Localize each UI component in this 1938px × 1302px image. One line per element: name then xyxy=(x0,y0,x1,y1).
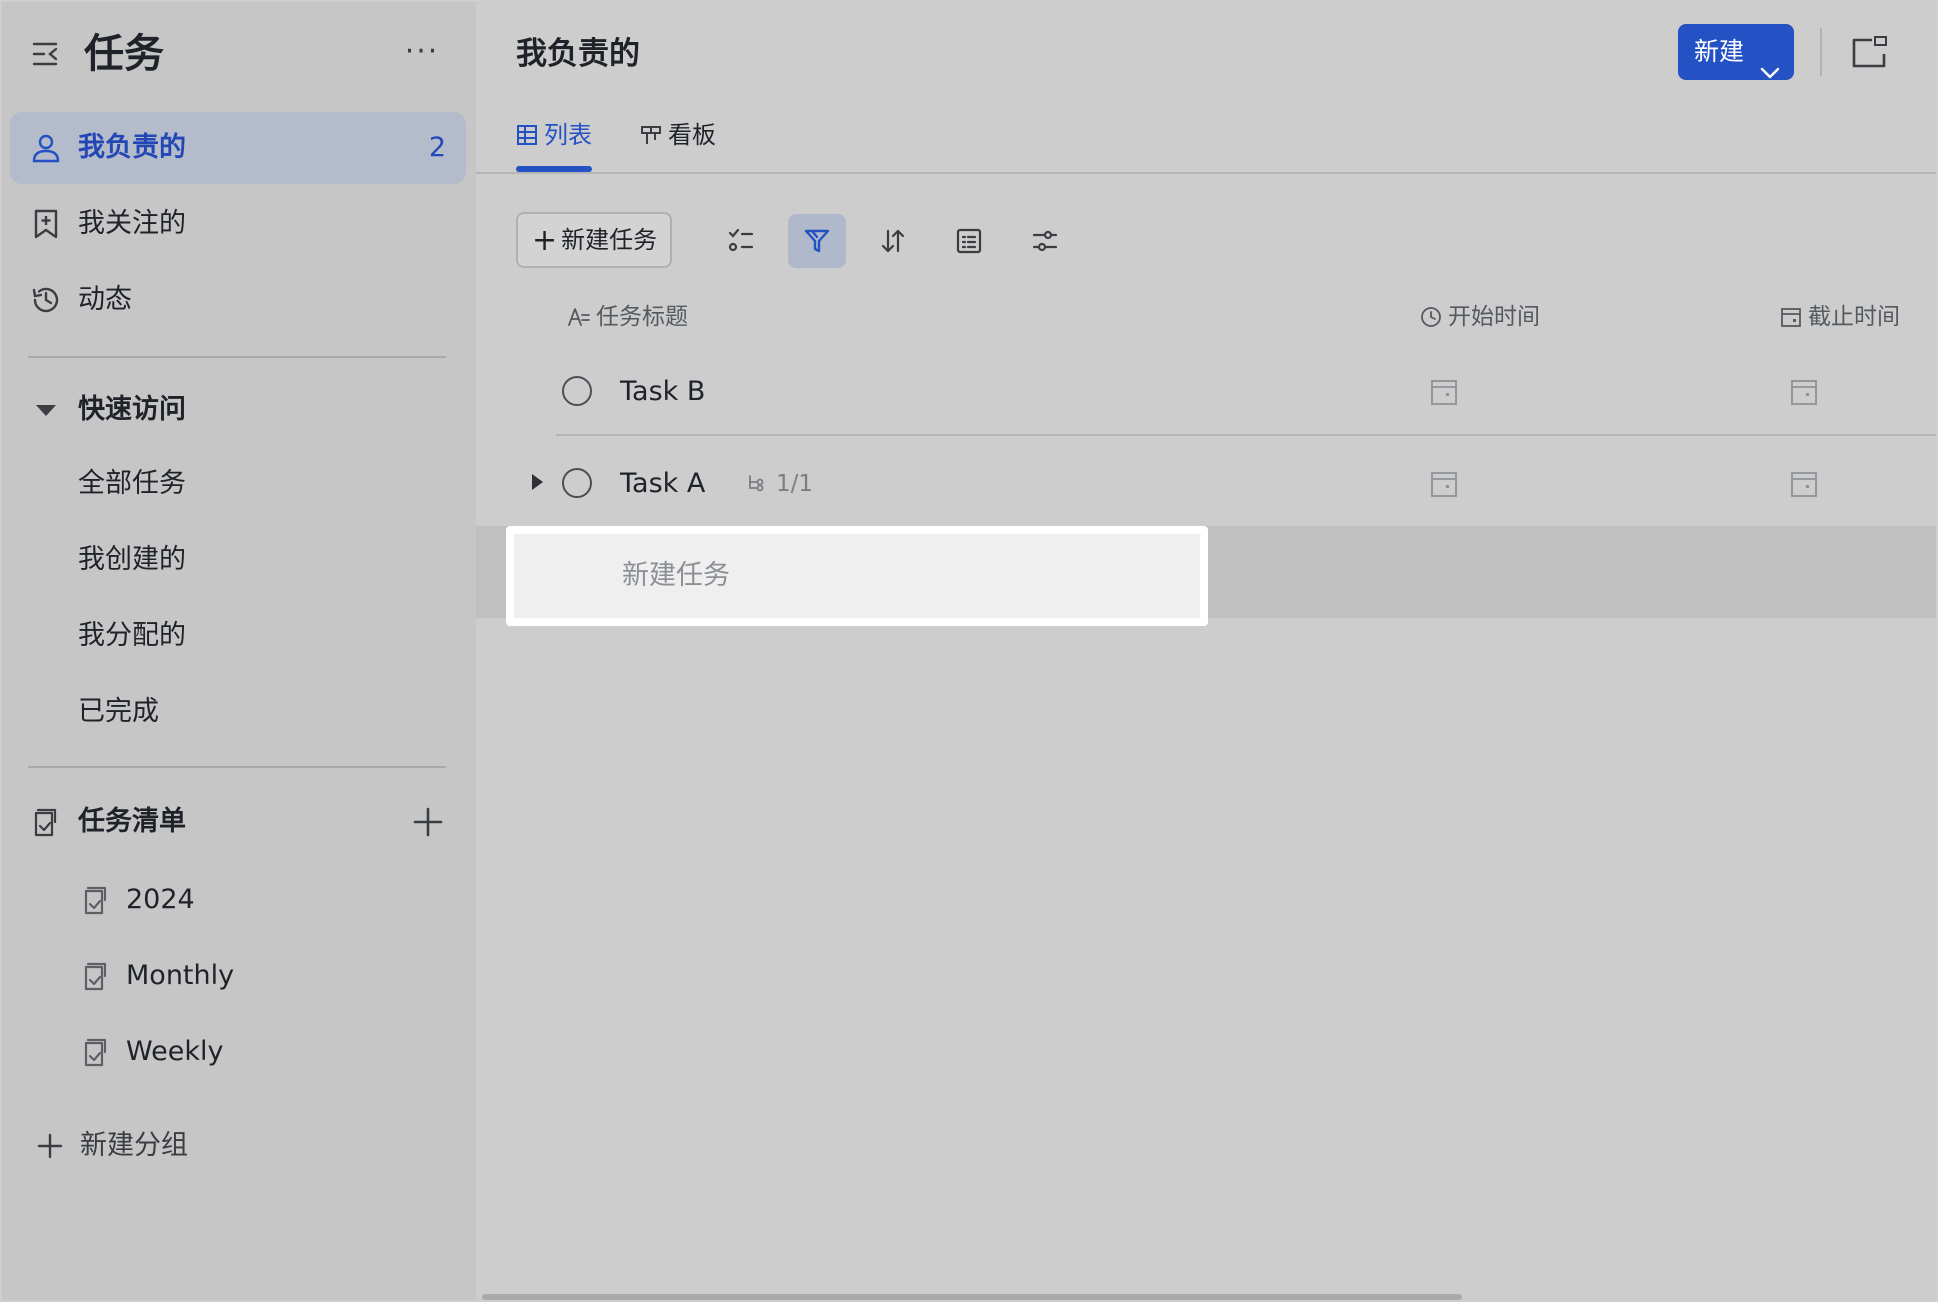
task-row[interactable]: Task B xyxy=(476,348,1936,436)
view-tabs: 列表 看板 xyxy=(476,102,1936,174)
tasklist-icon xyxy=(30,806,62,838)
task-row[interactable]: Task A 1/1 xyxy=(476,440,1936,528)
task-name[interactable]: Task B xyxy=(620,348,705,436)
item-label: 已完成 xyxy=(78,696,159,727)
toolbar-separator xyxy=(1820,28,1822,76)
new-group-label: 新建分组 xyxy=(80,1130,188,1161)
active-tab-indicator xyxy=(516,166,592,172)
tab-label: 列表 xyxy=(544,121,592,149)
horizontal-scrollbar[interactable] xyxy=(482,1294,1462,1300)
subtask-icon xyxy=(749,475,764,492)
filter-icon[interactable] xyxy=(788,214,846,268)
bookmark-icon xyxy=(30,208,62,240)
subtask-count-label: 1/1 xyxy=(776,471,814,497)
nav-count-badge: 2 xyxy=(428,132,446,163)
add-task-list-icon[interactable] xyxy=(410,804,446,840)
history-icon xyxy=(30,284,62,316)
user-icon xyxy=(30,132,62,164)
sidebar-title: 任务 xyxy=(84,31,164,77)
quick-access-completed[interactable]: 已完成 xyxy=(10,680,466,744)
task-list-label: 2024 xyxy=(126,884,195,915)
column-title-label: 任务标题 xyxy=(596,304,688,330)
quick-access-assigned-by-me[interactable]: 我分配的 xyxy=(10,604,466,668)
add-task-label: 新建任务 xyxy=(561,226,658,254)
clock-icon xyxy=(1421,307,1441,327)
start-date-calendar-icon[interactable] xyxy=(1430,470,1458,498)
group-icon[interactable] xyxy=(940,214,998,268)
collapse-sidebar-icon[interactable] xyxy=(30,38,62,70)
nav-item-assigned-to-me[interactable]: 我负责的 2 xyxy=(10,112,466,184)
text-field-icon xyxy=(568,308,590,326)
caret-down-icon xyxy=(30,394,62,426)
tab-label: 看板 xyxy=(668,121,716,149)
column-header-start[interactable]: 开始时间 xyxy=(1420,292,1540,342)
kanban-icon xyxy=(640,105,662,144)
settings-sliders-icon[interactable] xyxy=(1016,214,1074,268)
expand-subtasks-icon[interactable] xyxy=(532,474,543,490)
new-group-button[interactable]: 新建分组 xyxy=(10,1114,466,1178)
sort-icon[interactable] xyxy=(864,214,922,268)
item-label: 我创建的 xyxy=(78,544,186,575)
nav-label: 我关注的 xyxy=(78,208,186,239)
sidebar-header: 任务 ··· xyxy=(2,2,476,106)
due-date-calendar-icon[interactable] xyxy=(1790,470,1818,498)
tasklist-icon xyxy=(80,960,112,992)
page-title: 我负责的 xyxy=(516,36,640,72)
task-name[interactable]: Task A xyxy=(620,440,705,528)
plus-icon xyxy=(36,1132,64,1160)
checklist-icon[interactable] xyxy=(712,214,770,268)
table-icon xyxy=(516,105,538,145)
quick-access-label: 快速访问 xyxy=(78,394,186,425)
calendar-icon xyxy=(1781,308,1801,327)
open-in-window-icon[interactable] xyxy=(1850,32,1890,72)
task-list-label: Monthly xyxy=(126,960,235,991)
task-complete-checkbox[interactable] xyxy=(562,468,592,498)
task-list-item[interactable]: 2024 xyxy=(10,868,466,932)
quick-access-created-by-me[interactable]: 我创建的 xyxy=(10,528,466,592)
plus-icon: + xyxy=(532,223,558,258)
list-toolbar: + 新建任务 xyxy=(476,212,1936,272)
column-header-title[interactable]: 任务标题 xyxy=(568,292,688,342)
nav-label: 动态 xyxy=(78,284,132,315)
nav-item-following[interactable]: 我关注的 xyxy=(10,188,466,260)
main-panel: 我负责的 新建 列表 看板 + 新建任务 任务标题 开始时间 截止时间 Task… xyxy=(476,2,1936,1300)
due-date-calendar-icon[interactable] xyxy=(1790,378,1818,406)
sidebar: 任务 ··· 我负责的 2 我关注的 动态 快速访问 全部任务 我创建的 我分配… xyxy=(2,2,476,1300)
quick-access-header[interactable]: 快速访问 xyxy=(10,378,466,442)
tasklist-icon xyxy=(80,884,112,916)
sidebar-divider xyxy=(28,356,446,358)
subtask-count[interactable]: 1/1 xyxy=(746,440,813,528)
quick-access-all-tasks[interactable]: 全部任务 xyxy=(10,452,466,516)
column-header-due[interactable]: 截止时间 xyxy=(1780,292,1900,342)
item-label: 我分配的 xyxy=(78,620,186,651)
task-lists-label: 任务清单 xyxy=(78,806,186,837)
tab-list[interactable]: 列表 xyxy=(516,102,592,172)
column-start-label: 开始时间 xyxy=(1448,304,1540,330)
row-divider xyxy=(556,434,1936,436)
chevron-down-icon xyxy=(1760,44,1780,79)
item-label: 全部任务 xyxy=(78,468,186,499)
more-options-icon[interactable]: ··· xyxy=(404,32,440,76)
nav-label: 我负责的 xyxy=(78,132,186,163)
new-button[interactable]: 新建 xyxy=(1678,24,1794,80)
tab-kanban[interactable]: 看板 xyxy=(640,102,716,172)
nav-item-activity[interactable]: 动态 xyxy=(10,264,466,336)
task-list-item[interactable]: Monthly xyxy=(10,944,466,1008)
new-task-input[interactable]: 新建任务 xyxy=(506,526,1208,626)
task-lists-header[interactable]: 任务清单 xyxy=(10,790,466,854)
task-list-item[interactable]: Weekly xyxy=(10,1020,466,1084)
sidebar-divider xyxy=(28,766,446,768)
new-button-label: 新建 xyxy=(1694,37,1745,66)
column-due-label: 截止时间 xyxy=(1808,304,1900,330)
tasklist-icon xyxy=(80,1036,112,1068)
task-complete-checkbox[interactable] xyxy=(562,376,592,406)
task-list-label: Weekly xyxy=(126,1036,224,1067)
add-task-button[interactable]: + 新建任务 xyxy=(516,212,672,268)
start-date-calendar-icon[interactable] xyxy=(1430,378,1458,406)
